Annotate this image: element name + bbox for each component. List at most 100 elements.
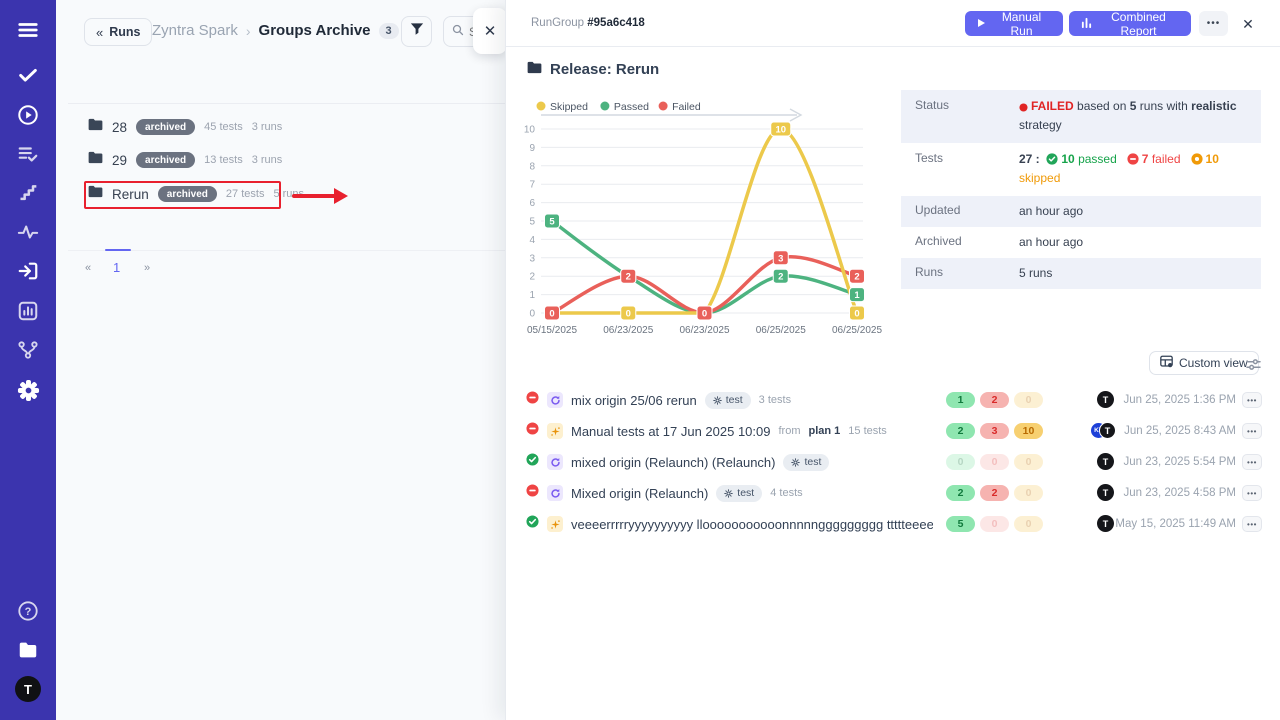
skipped-count: 10 [1206, 152, 1219, 166]
run-avatars: T [1091, 391, 1121, 409]
result-count-pills: 5 0 0 [946, 516, 1043, 532]
info-row-tests: Tests 27 : 10 passed 7 failed 10 skipped [901, 143, 1261, 196]
test-tag-badge: test [716, 485, 762, 502]
combined-report-button[interactable]: Combined Report [1069, 11, 1191, 36]
run-row[interactable]: mix origin 25/06 rerun test 3 tests 1 2 … [526, 385, 1266, 415]
play-circle-icon[interactable] [16, 103, 40, 127]
run-avatars: KTT [1091, 422, 1121, 440]
manual-run-button[interactable]: Manual Run [965, 11, 1063, 36]
manual-origin-icon [547, 423, 563, 439]
skipped-pill: 10 [1014, 423, 1043, 439]
rungroup-id: #95a6c418 [587, 17, 645, 29]
breadcrumb-separator: › [246, 23, 251, 39]
activity-icon[interactable] [16, 220, 40, 244]
tag-label: test [804, 456, 821, 468]
svg-text:0: 0 [854, 309, 859, 320]
archived-badge: archived [158, 186, 217, 202]
row-more-button[interactable]: ••• [1242, 423, 1262, 439]
passed-status-icon [526, 515, 539, 533]
pagination-next-button[interactable]: » [144, 262, 150, 274]
status-word: FAILED [1031, 99, 1074, 113]
group-row-29[interactable]: 29 archived 13 tests 3 runs [88, 145, 282, 175]
play-icon [977, 17, 986, 31]
run-row[interactable]: Mixed origin (Relaunch) test 4 tests 2 2… [526, 478, 1266, 508]
import-icon[interactable] [16, 259, 40, 283]
row-more-button[interactable]: ••• [1242, 485, 1262, 501]
run-title: Mixed origin (Relaunch) [571, 486, 708, 501]
svg-text:2: 2 [854, 272, 859, 283]
svg-text:06/23/2025: 06/23/2025 [679, 325, 729, 336]
group-row-rerun[interactable]: Rerun archived 27 tests 5 runs [88, 179, 304, 209]
rungroup-type-label: RunGroup [531, 17, 584, 29]
svg-text:10: 10 [775, 125, 786, 136]
help-icon[interactable]: ? [16, 599, 40, 623]
list-check-icon[interactable] [16, 142, 40, 166]
filter-button[interactable] [401, 16, 432, 47]
folder-icon[interactable] [16, 638, 40, 662]
result-count-pills: 2 3 10 [946, 423, 1043, 439]
svg-text:0: 0 [529, 309, 535, 320]
groups-count-badge: 3 [379, 23, 399, 39]
more-actions-button[interactable]: ••• [1199, 11, 1228, 36]
checks-icon[interactable] [16, 63, 40, 87]
group-name: Rerun [112, 187, 149, 202]
failed-pill: 0 [980, 516, 1009, 532]
svg-text:1: 1 [529, 290, 535, 301]
custom-view-button[interactable]: Custom view [1149, 351, 1259, 375]
test-tag-badge: test [705, 392, 751, 409]
status-text: based on [1077, 99, 1126, 113]
svg-text:Skipped: Skipped [550, 101, 588, 113]
branch-icon[interactable] [16, 338, 40, 362]
svg-text:06/23/2025: 06/23/2025 [603, 325, 653, 336]
info-label: Status [901, 90, 1019, 143]
bar-chart-icon[interactable] [16, 299, 40, 323]
gear-icon[interactable] [16, 378, 40, 402]
steps-icon[interactable] [16, 181, 40, 205]
back-label: Runs [109, 25, 140, 39]
rungroup-title: Release: Rerun [527, 61, 659, 78]
row-more-button[interactable]: ••• [1242, 516, 1262, 532]
failed-status-icon [526, 484, 539, 502]
row-more-button[interactable]: ••• [1242, 392, 1262, 408]
run-title: mixed origin (Relaunch) (Relaunch) [571, 455, 775, 470]
back-to-runs-button[interactable]: « Runs [84, 18, 152, 46]
svg-text:0: 0 [702, 309, 707, 320]
passed-pill: 2 [946, 423, 975, 439]
status-value: FAILED based on 5 runs with realistic st… [1019, 90, 1255, 143]
pagination-page-1[interactable]: 1 [113, 260, 120, 275]
title-text: Release: Rerun [550, 61, 659, 78]
close-detail-button[interactable]: ✕ [1237, 13, 1259, 35]
run-row[interactable]: mixed origin (Relaunch) (Relaunch) test … [526, 447, 1266, 477]
check-circle-icon [1046, 153, 1058, 170]
group-tests-count: 45 tests [204, 121, 243, 133]
manual-run-label: Manual Run [992, 10, 1051, 38]
user-avatar[interactable]: T [15, 676, 41, 702]
panel-close-button[interactable]: ✕ [473, 8, 507, 54]
svg-text:3: 3 [529, 253, 535, 264]
group-row-28[interactable]: 28 archived 45 tests 3 runs [88, 112, 282, 142]
skipped-word: skipped [1019, 171, 1060, 185]
pagination-divider [68, 250, 505, 251]
passed-word: passed [1078, 152, 1117, 166]
skipped-pill: 0 [1014, 516, 1043, 532]
groups-panel: « Runs Zyntra Spark › Groups Archive 3 ✕… [56, 0, 505, 720]
breadcrumb-project[interactable]: Zyntra Spark [152, 22, 238, 39]
row-more-button[interactable]: ••• [1242, 454, 1262, 470]
menu-icon[interactable] [16, 18, 40, 42]
svg-text:Passed: Passed [614, 101, 649, 113]
info-label: Archived [901, 227, 1019, 258]
run-title: Manual tests at 17 Jun 2025 10:09 [571, 424, 770, 439]
pagination-prev-button[interactable]: « [85, 262, 91, 274]
passed-status-icon [526, 453, 539, 471]
group-tests-count: 27 tests [226, 188, 265, 200]
sliders-icon[interactable] [1244, 355, 1262, 373]
run-row[interactable]: Manual tests at 17 Jun 2025 10:09 from p… [526, 416, 1266, 446]
info-row-archived: Archived an hour ago [901, 227, 1261, 258]
svg-text:2: 2 [529, 272, 535, 283]
failed-pill: 2 [980, 392, 1009, 408]
run-date: May 15, 2025 11:49 AM [1115, 518, 1236, 530]
plan-link[interactable]: plan 1 [808, 425, 840, 437]
run-row[interactable]: veeeerrrrryyyyyyyyyy llooooooooooonnnnng… [526, 509, 1266, 539]
skipped-pill: 0 [1014, 392, 1043, 408]
result-count-pills: 2 2 0 [946, 485, 1043, 501]
